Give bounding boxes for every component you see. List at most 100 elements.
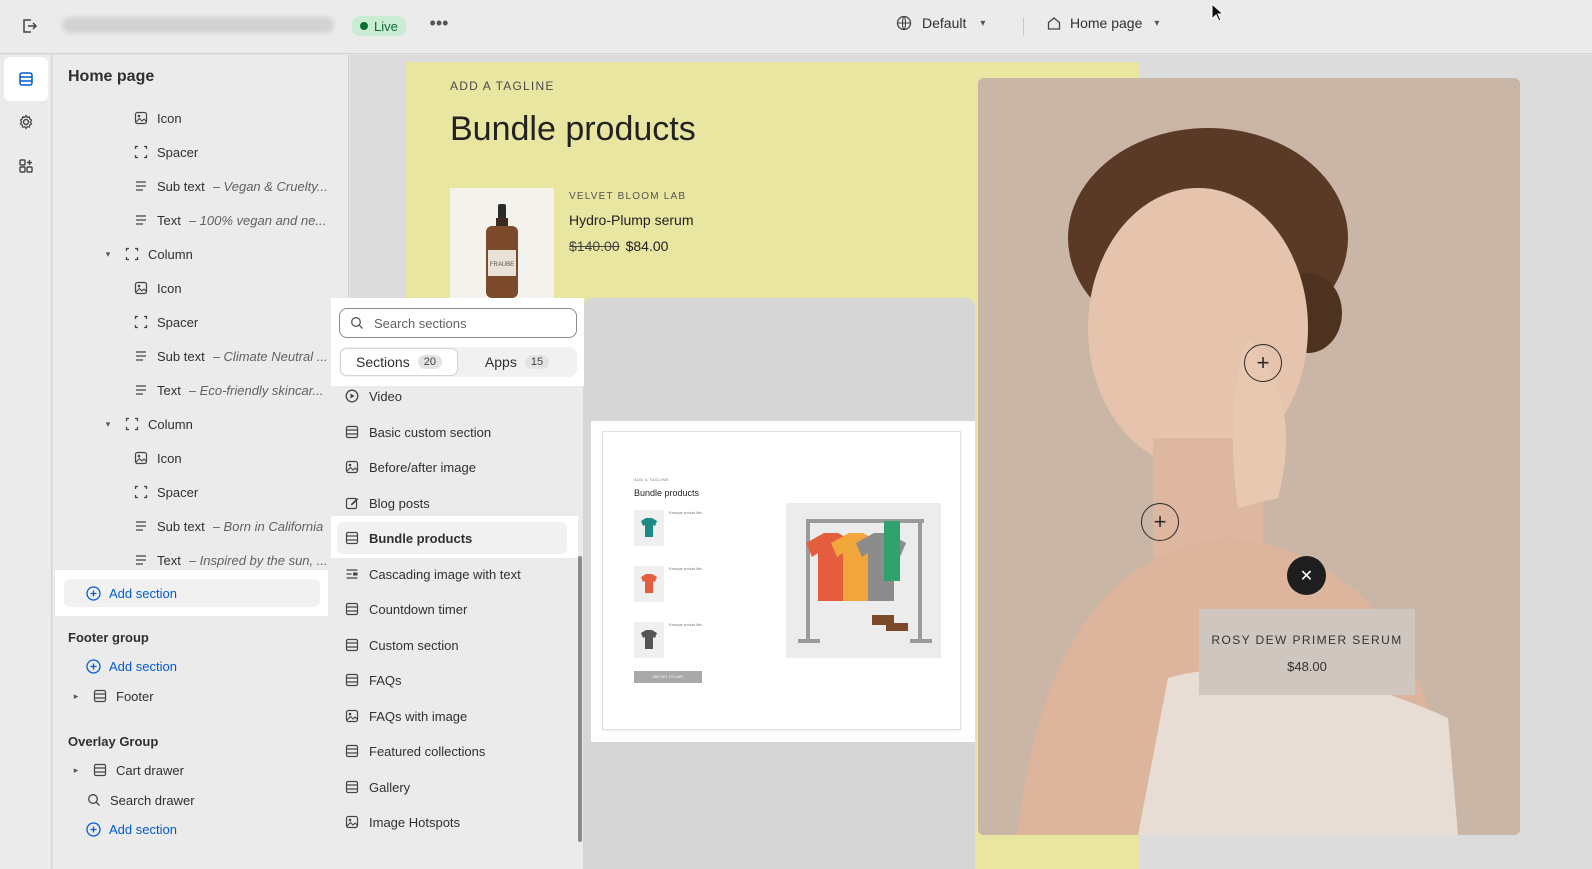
spacer-icon (133, 144, 149, 160)
tree-item-subtitle: – Climate Neutral ... (212, 348, 328, 364)
chevron-right-icon: ▸ (73, 764, 79, 775)
section-icon (345, 780, 359, 794)
spacer-icon (133, 314, 149, 330)
search-icon (351, 317, 363, 329)
product-name[interactable]: Hydro-Plump serum (569, 212, 693, 228)
section-option-label: Cascading image with text (369, 566, 521, 582)
tree-item-column[interactable]: ▾ Column (100, 409, 370, 439)
section-option-custom-section[interactable]: Custom section (337, 629, 567, 661)
tree-item-label: Icon (157, 110, 182, 126)
settings-rail-button[interactable] (4, 100, 48, 144)
picker-tabs: Sections 20 Apps 15 (339, 347, 577, 377)
tree-item-cart-drawer[interactable]: ▸ Cart drawer (68, 755, 338, 785)
footer-add-section-button[interactable]: Add section (86, 659, 177, 674)
preview-add-to-cart: ADD SET TO CART (634, 671, 702, 683)
add-section-button[interactable]: Add section (64, 579, 320, 607)
add-section-label: Add section (109, 822, 177, 837)
tree-item-label: Icon (157, 450, 182, 466)
section-option-before-after-image[interactable]: Before/after image (337, 451, 567, 483)
search-placeholder: Search sections (374, 315, 467, 331)
section-option-blog-posts[interactable]: Blog posts (337, 487, 567, 519)
tree-item-label: Text (157, 212, 181, 228)
chevron-down-icon: ▾ (1154, 17, 1160, 29)
play-icon (345, 389, 359, 403)
section-icon (345, 673, 359, 687)
serum-bottle-image: FRAUBE (450, 188, 554, 298)
hotspot-product-price: $48.00 (1287, 659, 1327, 674)
theme-selector[interactable]: Default ▾ (896, 15, 985, 31)
product-thumbnail[interactable]: FRAUBE (450, 188, 554, 298)
search-sections-input[interactable]: Search sections (339, 308, 577, 338)
tree-item-label: Search drawer (110, 792, 195, 808)
tree-item-label: Column (148, 246, 193, 262)
close-icon[interactable]: ✕ (1287, 556, 1326, 595)
image-icon (345, 460, 359, 474)
model-portrait-image (978, 78, 1520, 835)
preview-product-label: Example product title (669, 567, 702, 571)
apps-rail-button[interactable] (4, 144, 48, 188)
tree-item-footer[interactable]: ▸ Footer (68, 681, 338, 711)
image-icon (133, 110, 149, 126)
spacer-icon (133, 484, 149, 500)
section-option-basic-custom-section[interactable]: Basic custom section (337, 416, 567, 448)
section-option-gallery[interactable]: Gallery (337, 771, 567, 803)
hotspot-plus-button[interactable]: + (1244, 344, 1282, 382)
tab-sections[interactable]: Sections 20 (341, 349, 457, 375)
section-option-label: Custom section (369, 637, 459, 653)
overlay-add-section-button[interactable]: Add section (86, 822, 177, 837)
section-option-label: Countdown timer (369, 601, 468, 617)
tree-item-column[interactable]: ▾ Column (100, 239, 370, 269)
page-selector[interactable]: Home page ▾ (1046, 15, 1159, 31)
globe-icon (896, 15, 912, 31)
hotspot-plus-button[interactable]: + (1141, 503, 1179, 541)
svg-text:FRAUBE: FRAUBE (490, 262, 514, 268)
text-icon (133, 518, 149, 534)
section-option-faqs-with-image[interactable]: FAQs with image (337, 700, 567, 732)
store-name-blurred (62, 17, 334, 33)
tree-item-label: Spacer (157, 484, 199, 500)
hotspot-product-card[interactable]: ROSY DEW PRIMER SERUM $48.00 (1199, 609, 1415, 695)
tree-item-label: Column (148, 416, 193, 432)
section-option-bundle-products[interactable]: Bundle products (337, 522, 567, 554)
search-icon (86, 792, 102, 808)
editor-rail (0, 55, 52, 869)
section-option-featured-collections[interactable]: Featured collections (337, 735, 567, 767)
tab-count: 15 (524, 355, 550, 369)
tab-label: Sections (356, 354, 410, 370)
text-icon (133, 178, 149, 194)
divider (1023, 18, 1024, 36)
section-option-video[interactable]: Video (337, 380, 567, 412)
tab-count: 20 (417, 355, 442, 369)
section-option-label: Image Hotspots (369, 814, 461, 830)
tree-item-label: Icon (157, 280, 182, 296)
chevron-down-icon[interactable]: ▾ (100, 246, 116, 262)
tree-item-subtitle: – 100% vegan and ne... (188, 212, 327, 228)
text-icon (133, 348, 149, 364)
column-icon (124, 246, 140, 262)
theme-label: Default (922, 15, 967, 31)
chevron-down-icon[interactable]: ▾ (100, 416, 116, 432)
sections-rail-button[interactable] (4, 57, 48, 101)
tree-item-label: Spacer (157, 314, 199, 330)
chevron-right-icon: ▸ (73, 690, 79, 701)
section-option-faqs[interactable]: FAQs (337, 664, 567, 696)
column-icon (124, 416, 140, 432)
hotspot-product-name: ROSY DEW PRIMER SERUM (1211, 633, 1403, 647)
section-icon (345, 744, 359, 758)
section-option-cascading-image-with-text[interactable]: Cascading image with text (337, 558, 567, 590)
exit-icon[interactable] (18, 15, 40, 37)
tab-apps[interactable]: Apps 15 (459, 349, 575, 375)
section-option-image-hotspots[interactable]: Image Hotspots (337, 806, 567, 838)
image-icon (133, 450, 149, 466)
picker-scrollbar[interactable] (578, 556, 582, 842)
status-dot-icon (360, 22, 368, 30)
section-option-label: Basic custom section (369, 424, 492, 440)
gear-icon (19, 114, 33, 130)
section-option-countdown-timer[interactable]: Countdown timer (337, 593, 567, 625)
tree-item-search-drawer[interactable]: Search drawer (86, 785, 356, 815)
tree-item-label: Sub text (157, 348, 205, 364)
section-icon (345, 531, 359, 545)
chevron-down-icon: ▾ (980, 17, 986, 29)
tree-item-subtitle: – Eco-friendly skincar... (188, 382, 324, 398)
more-actions-icon[interactable]: ••• (428, 14, 450, 36)
